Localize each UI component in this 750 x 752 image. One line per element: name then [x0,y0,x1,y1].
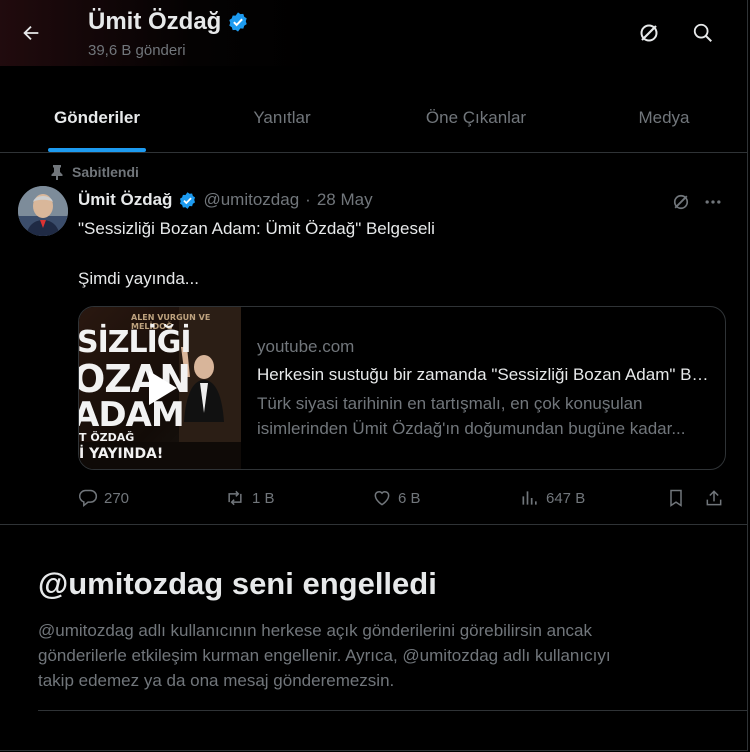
grok-button[interactable] [632,16,666,50]
header-post-count: 39,6 B gönderi [88,42,186,59]
back-button[interactable] [14,16,48,50]
reply-count: 270 [104,489,130,507]
grok-icon [673,194,689,210]
pin-icon [51,165,63,180]
tweet-author-name[interactable]: Ümit Özdağ [78,190,172,210]
views-chart-icon [522,491,537,505]
tab-replies[interactable]: Yanıtlar [196,84,368,152]
share-button[interactable] [704,484,724,512]
bottom-divider [38,710,747,711]
tweet-actions: 270 1 B 6 B 647 B [78,484,726,512]
search-button[interactable] [686,16,720,50]
like-button[interactable]: 6 B [372,484,421,512]
tab-highlights[interactable]: Öne Çıkanlar [384,84,568,152]
repost-icon [228,490,242,506]
thumb-line5: İ YAYINDA! [79,446,164,462]
tweet-text-line1: "Sessizliği Bozan Adam: Ümit Özdağ" Belg… [78,219,435,238]
card-domain: youtube.com [257,337,355,356]
tab-media[interactable]: Medya [592,84,736,152]
card-title: Herkesin sustuğu bir zamanda "Sessizliği… [257,365,712,384]
like-count: 6 B [398,489,421,507]
card-desc-line2: isimlerinden Ümit Özdağ'ın doğumundan bu… [257,419,686,438]
repost-count: 1 B [252,489,275,507]
blocked-title: @umitozdag seni engelledi [38,566,437,601]
pinned-text: Sabitlendi [72,164,139,180]
tweet-date[interactable]: 28 May [317,190,373,210]
blocked-desc-line2: gönderilerle etkileşim kurman engellenir… [38,646,611,665]
avatar-image [18,186,68,236]
blocked-description: @umitozdag adlı kullanıcının herkese açı… [38,618,698,693]
tweet-header: Ümit Özdağ @umitozdag · 28 May [78,190,373,210]
card-description: Türk siyasi tarihinin en tartışmalı, en … [257,391,712,441]
search-icon [693,23,712,42]
thumb-line4: T ÖZDAĞ [79,431,135,444]
heart-icon [374,491,390,506]
card-desc-line1: Türk siyasi tarihinin en tartışmalı, en … [257,394,643,413]
tweet-handle[interactable]: @umitozdag [203,190,299,210]
share-icon [706,490,722,506]
profile-header: Ümit Özdağ 39,6 B gönderi [0,0,747,66]
views-count: 647 B [546,489,586,507]
back-arrow-icon [23,25,39,41]
more-icon [705,200,721,204]
grok-icon [640,24,658,42]
section-divider [0,524,747,525]
tab-posts[interactable]: Gönderiler [18,84,176,152]
blocked-desc-line1: @umitozdag adlı kullanıcının herkese açı… [38,621,592,640]
header-name: Ümit Özdağ [88,8,222,35]
video-thumbnail[interactable]: ALEN VURGUN VE MELİDOĞ SİZLİĞİ OZAN ADAM… [79,307,241,469]
verified-badge-icon [229,12,248,32]
verified-badge-icon [180,191,196,209]
reply-icon [78,489,98,508]
pinned-label: Sabitlendi [50,164,139,180]
tweet-text-line2: Şimdi yayında... [78,269,199,288]
play-icon[interactable] [137,365,183,411]
header-title: Ümit Özdağ [88,8,249,36]
tweet-separator: · [305,190,311,209]
more-options-button[interactable] [700,190,726,214]
avatar[interactable] [18,186,68,236]
views-button[interactable]: 647 B [520,484,585,512]
profile-tabs: Gönderiler Yanıtlar Öne Çıkanlar Medya [0,84,747,153]
bookmark-button[interactable] [666,484,686,512]
bookmark-icon [670,489,682,507]
active-tab-indicator [48,148,146,152]
repost-button[interactable]: 1 B [224,484,275,512]
blocked-desc-line3: takip edemez ya da ona mesaj gönderemezs… [38,671,395,690]
reply-button[interactable]: 270 [78,484,129,512]
grok-tweet-button[interactable] [668,190,694,214]
link-card[interactable]: ALEN VURGUN VE MELİDOĞ SİZLİĞİ OZAN ADAM… [78,306,726,470]
thumb-line1: SİZLİĞİ [79,325,192,360]
